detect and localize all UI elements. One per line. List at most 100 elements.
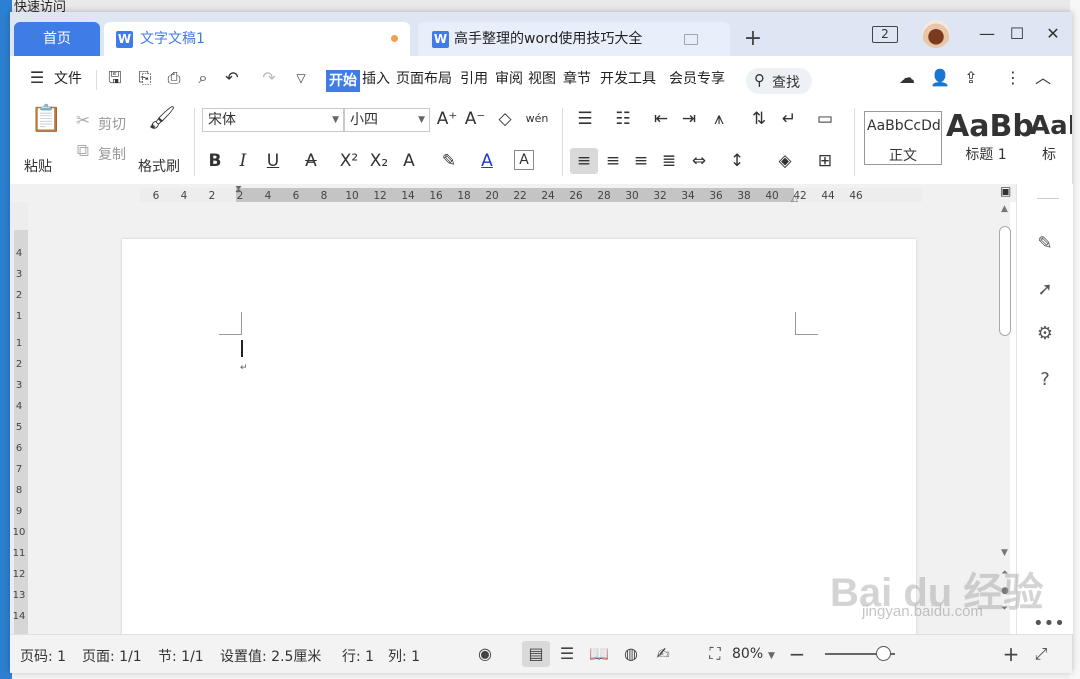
increase-indent-icon[interactable]: ⇥ [678, 108, 700, 130]
italic-icon[interactable]: I [232, 150, 254, 172]
menu-start-tab[interactable]: 开始 [326, 70, 360, 92]
status-page-number[interactable]: 页码: 1 [20, 646, 66, 666]
bold-icon[interactable]: B [204, 150, 226, 172]
font-size-select[interactable]: 小四 ▼ [344, 108, 430, 132]
distribute-icon[interactable]: ⇔ [688, 150, 710, 172]
collapse-ribbon-icon[interactable]: ︿ [1034, 69, 1052, 87]
menu-member[interactable]: 会员专享 [669, 68, 725, 88]
user-avatar[interactable] [922, 20, 950, 48]
superscript-icon[interactable]: X² [338, 150, 360, 172]
underline-icon[interactable]: U [262, 150, 284, 172]
search-button[interactable]: ⚲ 查找 [746, 68, 812, 94]
fullscreen-icon[interactable]: ⤢ [1030, 643, 1052, 665]
strikethrough-icon[interactable]: A [300, 150, 322, 172]
paste-icon[interactable]: 📋 [30, 106, 62, 138]
status-setting[interactable]: 设置值: 2.5厘米 [220, 646, 321, 666]
decrease-font-icon[interactable]: A⁻ [464, 108, 486, 130]
status-page-count[interactable]: 页面: 1/1 [82, 646, 142, 666]
fit-window-icon[interactable]: ⛶ [704, 643, 726, 665]
customize-toolbar-icon[interactable]: ▽ [292, 69, 310, 87]
export-icon[interactable]: ⎘ [136, 69, 154, 87]
style-heading-2[interactable]: AaI 标 [1030, 111, 1072, 165]
tab-home[interactable]: 首页 [14, 22, 100, 56]
write-view-icon[interactable]: ✍ [652, 643, 674, 665]
align-left-icon[interactable]: ≡ [570, 148, 598, 174]
reading-view-icon[interactable]: 📖 [588, 643, 610, 665]
vertical-scrollbar-thumb[interactable] [999, 226, 1011, 336]
format-painter-icon[interactable]: 🖌 [148, 108, 176, 130]
bullet-list-icon[interactable]: ☰ [574, 108, 596, 130]
web-view-icon[interactable]: ◍ [620, 643, 642, 665]
print-icon[interactable]: ⎙ [165, 69, 183, 87]
zoom-out-icon[interactable]: − [786, 643, 808, 665]
copy-button[interactable]: 复制 [98, 144, 126, 164]
minimize-icon[interactable]: — [976, 24, 998, 44]
subscript-icon[interactable]: X₂ [368, 150, 390, 172]
shading-icon[interactable]: ◈ [774, 150, 796, 172]
style-heading-1[interactable]: AaBb 标题 1 [946, 109, 1034, 165]
format-painter-button[interactable]: 格式刷 [138, 156, 180, 176]
cloud-icon[interactable]: ☁ [898, 69, 916, 87]
align-right-icon[interactable]: ≡ [630, 150, 652, 172]
zoom-level[interactable]: 80% [732, 646, 763, 662]
redo-icon[interactable]: ↷ [260, 69, 278, 87]
menu-insert[interactable]: 插入 [362, 68, 390, 88]
print-preview-icon[interactable]: ⌕ [194, 69, 212, 87]
window-count-button[interactable]: 2 [872, 26, 898, 43]
zoom-in-icon[interactable]: + [1000, 643, 1022, 665]
tab-document-active[interactable]: W 文字文稿1 [104, 22, 410, 56]
page-view-icon[interactable]: ▤ [525, 643, 547, 665]
cut-icon[interactable]: ✂ [72, 110, 94, 132]
char-border-icon[interactable]: A [514, 150, 534, 170]
scroll-up-icon[interactable]: ▲ [1001, 204, 1008, 214]
select-cursor-icon[interactable]: ➚ [1033, 278, 1057, 302]
style-normal[interactable]: AaBbCcDd 正文 [864, 111, 942, 165]
save-icon[interactable]: 🖫 [106, 69, 124, 87]
menu-references[interactable]: 引用 [460, 68, 488, 88]
menu-developer[interactable]: 开发工具 [600, 68, 656, 88]
settings-sliders-icon[interactable]: ⚙ [1033, 322, 1057, 346]
menu-section[interactable]: 章节 [563, 68, 591, 88]
show-marks-icon[interactable]: ↵ [778, 108, 800, 130]
share-icon[interactable]: ⇪ [962, 69, 980, 87]
help-icon[interactable]: ? [1033, 368, 1057, 392]
pinyin-icon[interactable]: wén [524, 108, 550, 130]
first-line-indent-marker[interactable]: ⧗ [235, 184, 242, 195]
scroll-down-icon[interactable]: ▼ [1001, 548, 1008, 558]
status-section[interactable]: 节: 1/1 [158, 646, 204, 666]
document-page[interactable]: ↵ [122, 239, 916, 634]
eye-protection-icon[interactable]: ◉ [474, 643, 496, 665]
zoom-slider-knob[interactable] [876, 646, 891, 661]
copy-icon[interactable]: ⧉ [72, 140, 94, 162]
chevron-down-icon[interactable]: ▼ [768, 651, 775, 661]
numbered-list-icon[interactable]: ☷ [612, 108, 634, 130]
align-center-icon[interactable]: ≡ [602, 150, 624, 172]
chinese-layout-icon[interactable]: ⩚ [708, 108, 730, 130]
close-icon[interactable]: ✕ [1042, 24, 1064, 44]
menu-review[interactable]: 审阅 [495, 68, 523, 88]
edit-pen-icon[interactable]: ✎ [1033, 232, 1057, 256]
maximize-icon[interactable]: ☐ [1006, 24, 1028, 44]
justify-icon[interactable]: ≣ [658, 150, 680, 172]
hamburger-menu-icon[interactable]: ☰ [28, 69, 46, 87]
decrease-indent-icon[interactable]: ⇤ [650, 108, 672, 130]
line-spacing-icon[interactable]: ↕ [726, 150, 748, 172]
clear-format-icon[interactable]: ◇ [494, 108, 516, 130]
tab-document-inactive[interactable]: W 高手整理的word使用技巧大全 [418, 22, 730, 56]
increase-font-icon[interactable]: A⁺ [436, 108, 458, 130]
paste-button[interactable]: 粘贴 [24, 156, 52, 176]
outline-view-icon[interactable]: ☰ [556, 643, 578, 665]
text-effect-icon[interactable]: A [398, 150, 420, 172]
more-options-icon[interactable]: ⋮ [1004, 69, 1022, 87]
cut-button[interactable]: 剪切 [98, 114, 126, 134]
borders-icon[interactable]: ⊞ [814, 150, 836, 172]
font-color-icon[interactable]: A [476, 150, 498, 172]
menu-page-layout[interactable]: 页面布局 [396, 68, 452, 88]
ruler-toggle-icon[interactable]: ▣ [1000, 184, 1011, 198]
add-tab-button[interactable]: + [742, 28, 764, 50]
table-ruler-icon[interactable]: ▭ [814, 108, 836, 130]
add-collaborator-icon[interactable]: 👤 [930, 69, 950, 87]
highlight-icon[interactable]: ✎ [438, 150, 460, 172]
sort-icon[interactable]: ⇅ [748, 108, 770, 130]
file-menu[interactable]: 文件 [54, 68, 82, 88]
